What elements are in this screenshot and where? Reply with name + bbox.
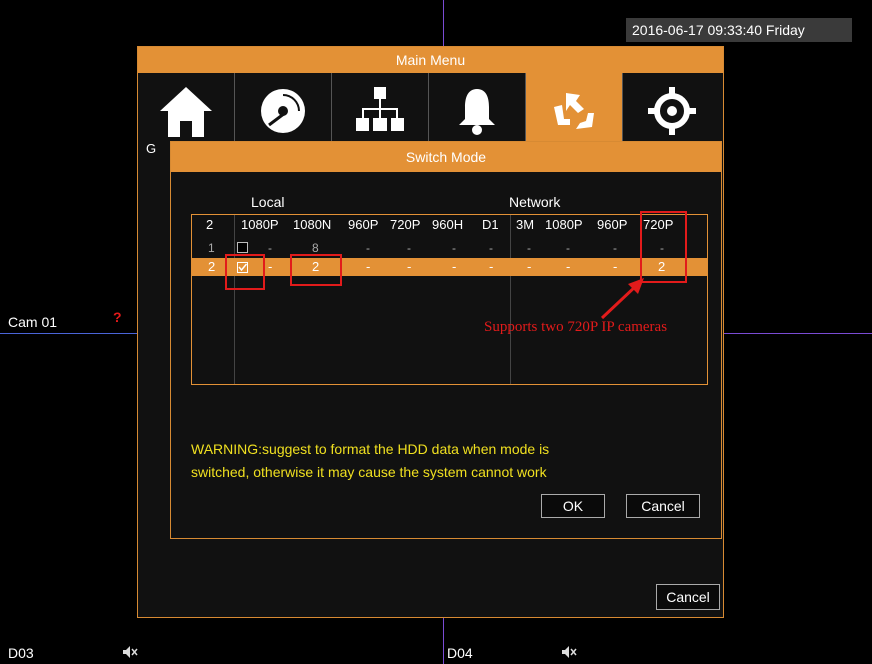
header-net-3m: 3M: [516, 217, 535, 232]
table-cell: -: [452, 259, 457, 274]
main-menu-cancel-button[interactable]: Cancel: [656, 584, 720, 610]
table-cell: -: [613, 259, 618, 274]
cancel-button[interactable]: Cancel: [626, 494, 700, 518]
annotation-box-checkbox: [225, 254, 265, 290]
table-cell: -: [366, 241, 370, 255]
header-local-960p: 960P: [348, 217, 379, 232]
header-local-1080p: 1080P: [241, 217, 279, 232]
header-local-720p: 720P: [390, 217, 421, 232]
table-cell: -: [527, 241, 531, 255]
table-cell: -: [566, 259, 571, 274]
main-menu-title: Main Menu: [138, 47, 723, 73]
table-cell: -: [489, 241, 493, 255]
table-cell: -: [268, 241, 272, 255]
switch-mode-dialog: Switch Mode Local Network 2 1080P 1080N …: [170, 141, 722, 539]
column-separator: [234, 215, 235, 384]
header-net-1080p: 1080P: [545, 217, 583, 232]
no-signal-alert: ?: [113, 309, 122, 325]
switch-mode-title: Switch Mode: [171, 142, 721, 172]
datetime-display: 2016-06-17 09:33:40 Friday: [626, 18, 852, 42]
row-index: 2: [208, 259, 216, 274]
format-warning-text: WARNING:suggest to format the HDD data w…: [191, 438, 711, 484]
bell-icon: [449, 83, 505, 144]
annotation-box-1080n: [290, 254, 342, 286]
annotation-note: Supports two 720P IP cameras: [484, 319, 668, 335]
switch-arrows-icon: [546, 83, 602, 144]
header-local-960h: 960H: [432, 217, 464, 232]
table-cell: -: [268, 259, 273, 274]
camera-label-d04: D04: [447, 645, 473, 661]
header-local-d1: D1: [482, 217, 499, 232]
camera-label-d03: D03: [8, 645, 34, 661]
screen-divider-horizontal-left: [0, 333, 138, 334]
gear-icon: [644, 83, 700, 144]
home-icon: [156, 83, 216, 144]
header-channels: 2: [206, 217, 214, 232]
ok-button[interactable]: OK: [541, 494, 605, 518]
screen-divider-horizontal-right: [722, 333, 872, 334]
table-cell: -: [489, 259, 494, 274]
local-section-label: Local: [251, 194, 285, 210]
table-cell: -: [407, 259, 412, 274]
table-cell: -: [366, 259, 371, 274]
table-cell: -: [527, 259, 532, 274]
tile-label: G: [146, 141, 157, 156]
column-separator: [510, 215, 511, 384]
network-icon: [352, 83, 408, 144]
table-cell: -: [407, 241, 411, 255]
speaker-muted-icon: [561, 645, 577, 659]
table-cell: 8: [312, 241, 319, 255]
table-cell: -: [452, 241, 456, 255]
header-net-960p: 960P: [597, 217, 628, 232]
disc-icon: [255, 83, 311, 144]
annotation-box-720p: [640, 211, 687, 283]
table-cell: -: [613, 241, 617, 255]
camera-label-cam01: Cam 01: [8, 314, 58, 330]
speaker-muted-icon: [122, 645, 138, 659]
row-index: 1: [208, 241, 215, 255]
warning-line: switched, otherwise it may cause the sys…: [191, 464, 547, 480]
table-cell: -: [566, 241, 570, 255]
warning-line: WARNING:suggest to format the HDD data w…: [191, 441, 550, 457]
header-local-1080n: 1080N: [293, 217, 332, 232]
annotation-arrow-icon: [600, 278, 644, 320]
row-checkbox[interactable]: [237, 242, 248, 253]
network-section-label: Network: [509, 194, 561, 210]
